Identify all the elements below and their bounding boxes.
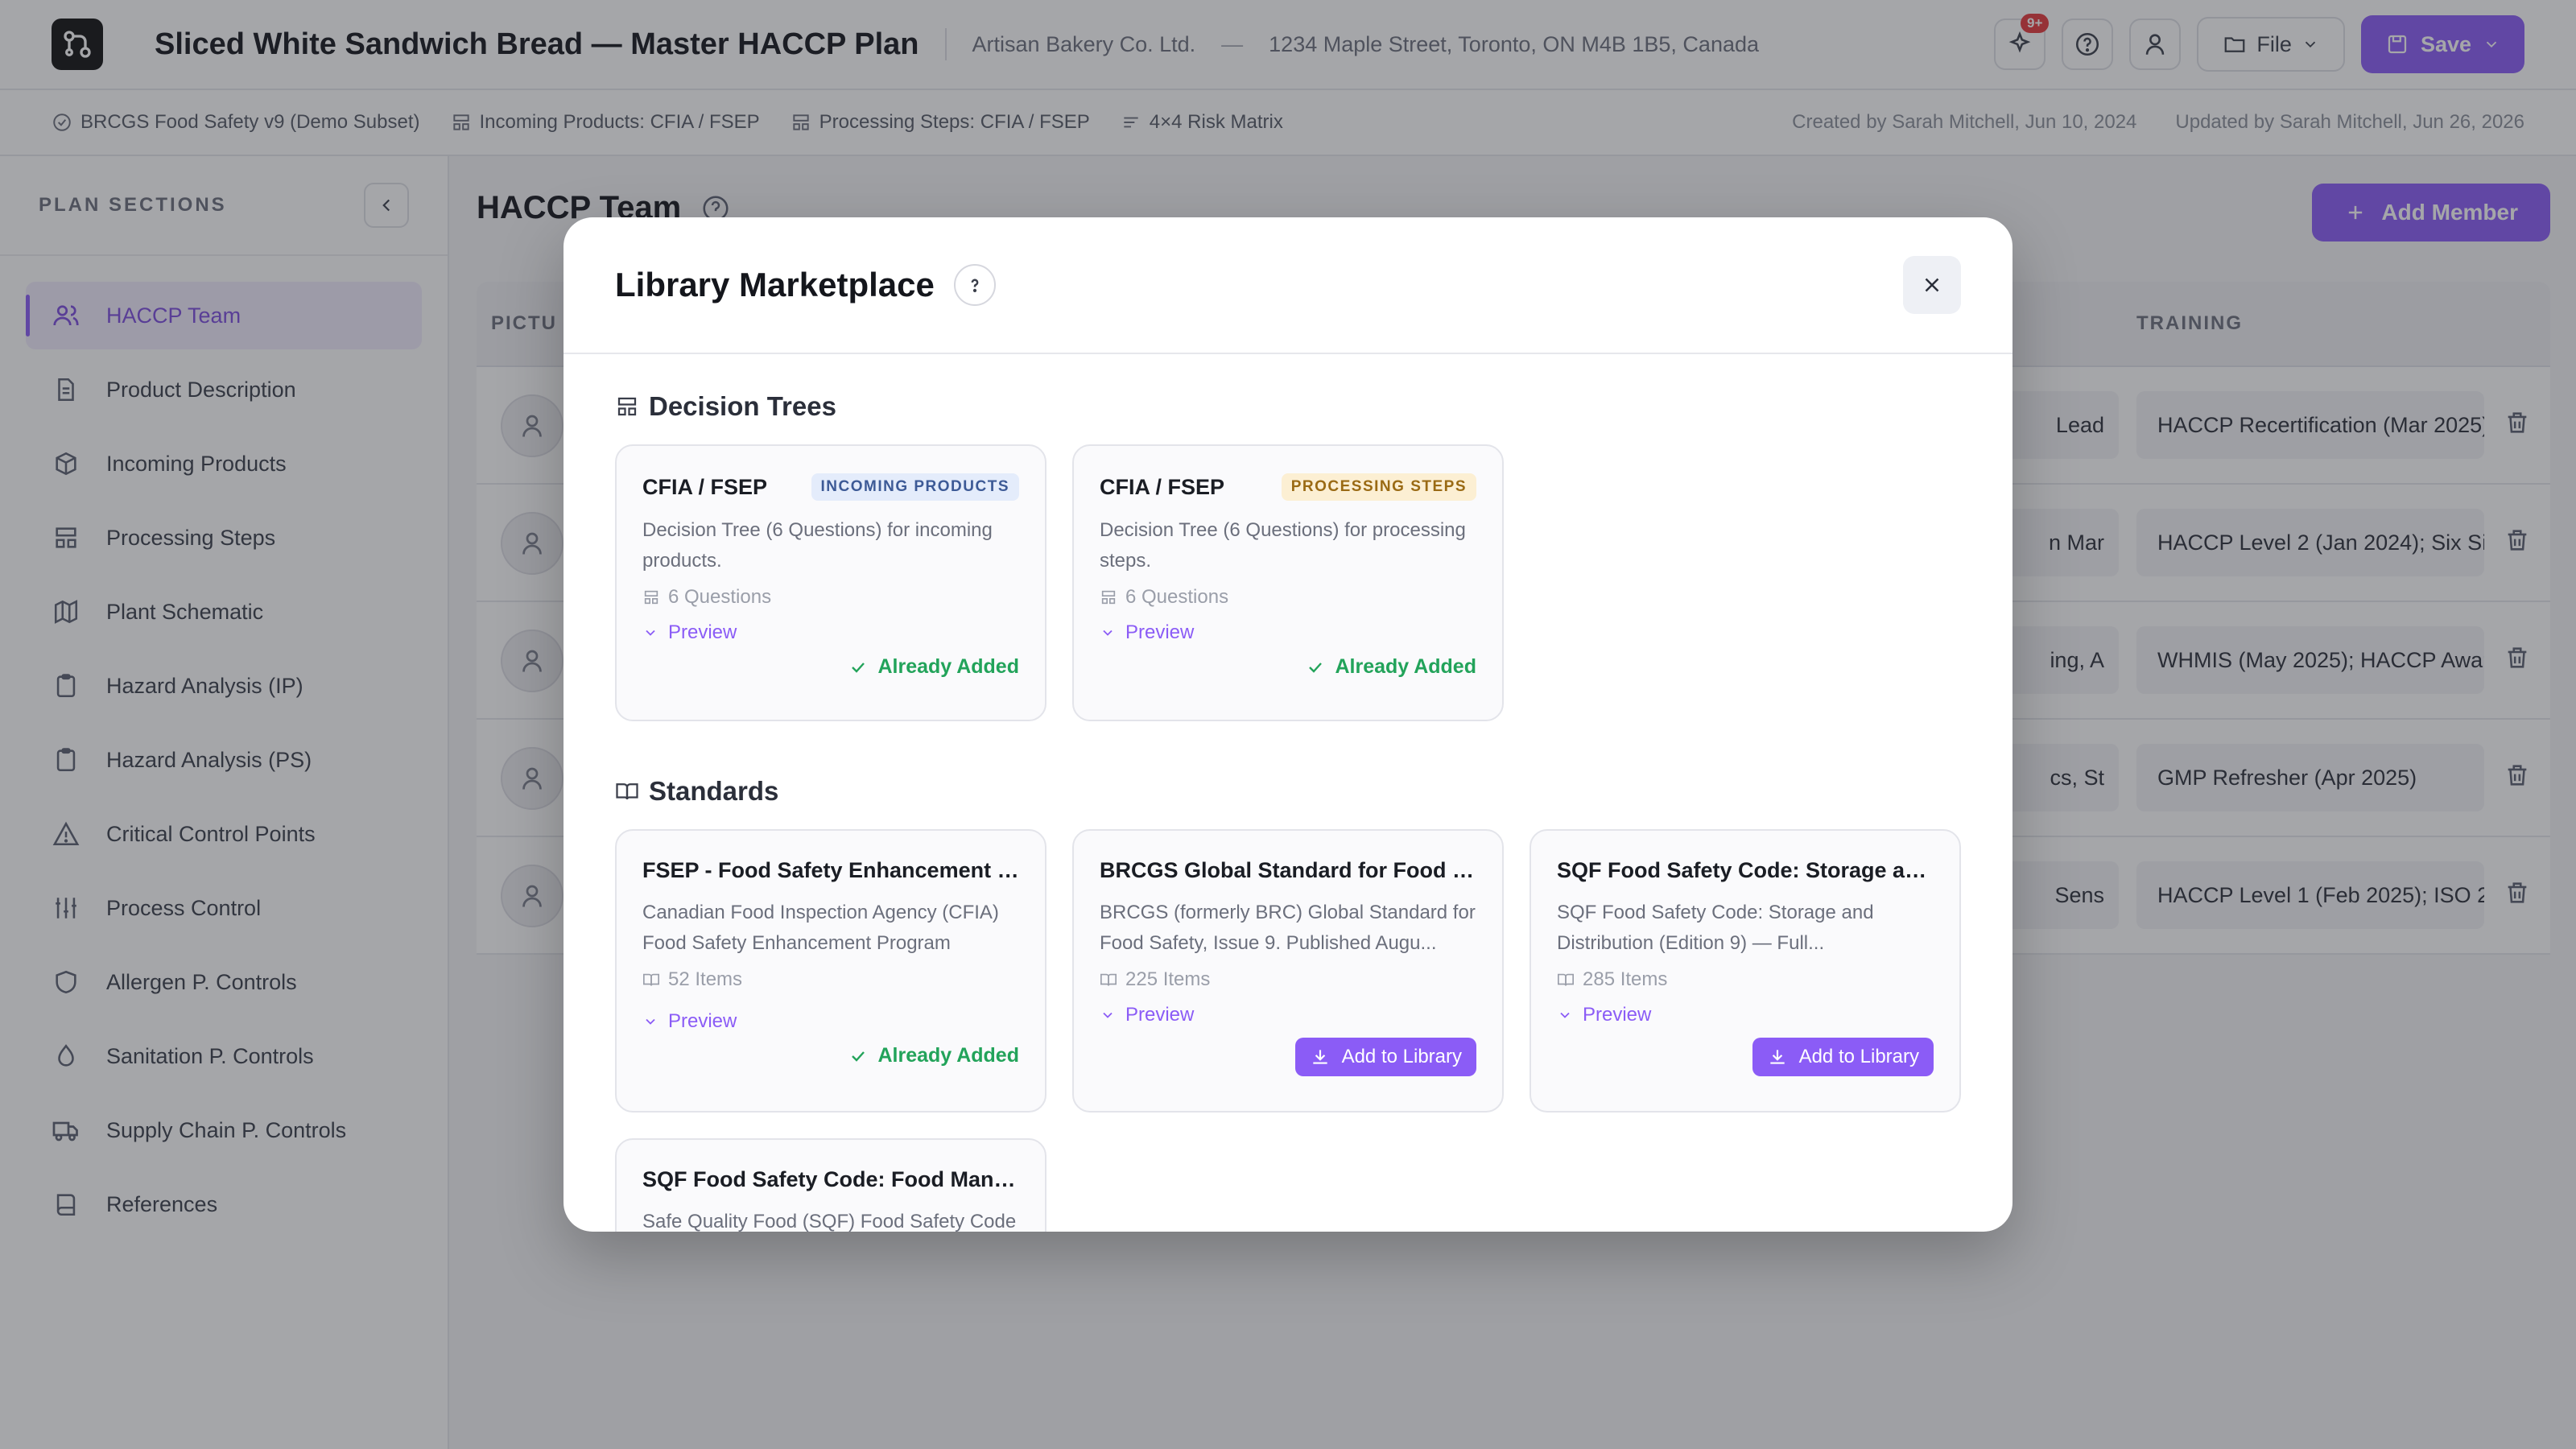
card-meta: 52 Items <box>642 968 1019 991</box>
card-description: SQF Food Safety Code: Storage and Distri… <box>1557 902 1874 954</box>
card-title: CFIA / FSEP <box>642 474 768 499</box>
chevron-down-icon <box>1103 630 1113 636</box>
preview-toggle[interactable]: Preview <box>642 1010 1019 1033</box>
already-added-status: Already Added <box>1306 655 1476 679</box>
tree-icon <box>1101 590 1116 605</box>
decision-trees-label: Decision Trees <box>649 391 836 421</box>
card-meta-text: 285 Items <box>1583 968 1668 990</box>
card-meta-text: 6 Questions <box>668 586 772 608</box>
card-description: Decision Tree (6 Questions) for processi… <box>1100 519 1466 572</box>
already-added-status: Already Added <box>848 655 1019 679</box>
card-title: FSEP - Food Safety Enhancement Pr... <box>642 858 1019 882</box>
add-to-library-label: Add to Library <box>1341 1046 1462 1067</box>
standard-card-fsep[interactable]: FSEP - Food Safety Enhancement Pr... Can… <box>615 829 1046 1113</box>
card-description: BRCGS (formerly BRC) Global Standard for… <box>1100 902 1476 954</box>
download-icon <box>1312 1050 1327 1064</box>
decision-tree-card-incoming[interactable]: CFIA / FSEP INCOMING PRODUCTS Decision T… <box>615 444 1046 721</box>
add-to-library-label: Add to Library <box>1798 1046 1919 1067</box>
open-book-icon <box>1558 973 1574 986</box>
tree-icon <box>644 590 658 605</box>
card-title: BRCGS Global Standard for Food Sa... <box>1100 858 1476 882</box>
card-title: SQF Food Safety Code: Storage and ... <box>1557 858 1934 882</box>
download-icon <box>1769 1050 1785 1064</box>
open-book-icon <box>616 783 638 800</box>
card-meta-text: 52 Items <box>668 968 743 990</box>
chevron-down-icon <box>1103 1012 1113 1018</box>
card-meta: 225 Items <box>1100 968 1476 991</box>
status-label: Already Added <box>877 1044 1019 1067</box>
close-button[interactable] <box>1903 256 1961 314</box>
check-icon <box>1309 662 1323 673</box>
help-icon <box>971 279 979 292</box>
chevron-down-icon <box>646 630 655 636</box>
card-meta: 285 Items <box>1557 968 1934 991</box>
preview-toggle[interactable]: Preview <box>1557 1004 1934 1026</box>
decision-trees-heading: Decision Trees <box>615 391 836 422</box>
preview-label: Preview <box>1583 1004 1652 1026</box>
preview-label: Preview <box>1125 621 1195 643</box>
library-marketplace-modal: Library Marketplace Decision Trees CFIA … <box>564 217 2013 1232</box>
status-label: Already Added <box>877 655 1019 678</box>
card-meta-text: 225 Items <box>1125 968 1211 990</box>
tree-icon <box>617 397 637 416</box>
modal-title: Library Marketplace <box>615 266 935 303</box>
status-label: Already Added <box>1335 655 1476 678</box>
card-tag: INCOMING PRODUCTS <box>811 473 1019 501</box>
preview-toggle[interactable]: Preview <box>1100 1004 1476 1026</box>
card-title: SQF Food Safety Code: Food Manuf... <box>642 1167 1019 1191</box>
add-to-library-button[interactable]: Add to Library <box>1752 1038 1934 1076</box>
standard-card-brcgs[interactable]: BRCGS Global Standard for Food Sa... BRC… <box>1072 829 1504 1113</box>
add-to-library-button[interactable]: Add to Library <box>1294 1038 1476 1076</box>
preview-label: Preview <box>1125 1004 1195 1026</box>
preview-label: Preview <box>668 1010 737 1032</box>
card-title: CFIA / FSEP <box>1100 474 1225 499</box>
card-meta: 6 Questions <box>642 586 1019 609</box>
card-tag: PROCESSING STEPS <box>1281 473 1476 501</box>
chevron-down-icon <box>1560 1012 1570 1018</box>
modal-help-button[interactable] <box>953 264 996 306</box>
check-icon <box>852 662 865 673</box>
modal-body[interactable]: Decision Trees CFIA / FSEP INCOMING PROD… <box>564 356 2013 1232</box>
preview-label: Preview <box>668 621 737 643</box>
preview-toggle[interactable]: Preview <box>1100 621 1476 644</box>
chevron-down-icon <box>646 1018 655 1025</box>
preview-toggle[interactable]: Preview <box>642 621 1019 644</box>
standards-label: Standards <box>649 776 779 806</box>
open-book-icon <box>1100 973 1117 986</box>
standards-heading: Standards <box>615 776 778 807</box>
check-icon <box>852 1051 865 1062</box>
card-meta-text: 6 Questions <box>1125 586 1229 608</box>
close-icon <box>1925 278 1939 292</box>
card-description: Decision Tree (6 Questions) for incoming… <box>642 519 993 572</box>
standard-card-sqf-storage[interactable]: SQF Food Safety Code: Storage and ... SQ… <box>1530 829 1961 1113</box>
already-added-status: Already Added <box>848 1044 1019 1067</box>
card-description: Canadian Food Inspection Agency (CFIA) F… <box>642 902 999 954</box>
card-description: Safe Quality Food (SQF) Food Safety Code <box>642 1211 1017 1232</box>
card-meta: 6 Questions <box>1100 586 1476 609</box>
decision-tree-card-processing[interactable]: CFIA / FSEP PROCESSING STEPS Decision Tr… <box>1072 444 1504 721</box>
open-book-icon <box>643 973 659 986</box>
standard-card-sqf-manufacturing[interactable]: SQF Food Safety Code: Food Manuf... Safe… <box>615 1138 1046 1232</box>
